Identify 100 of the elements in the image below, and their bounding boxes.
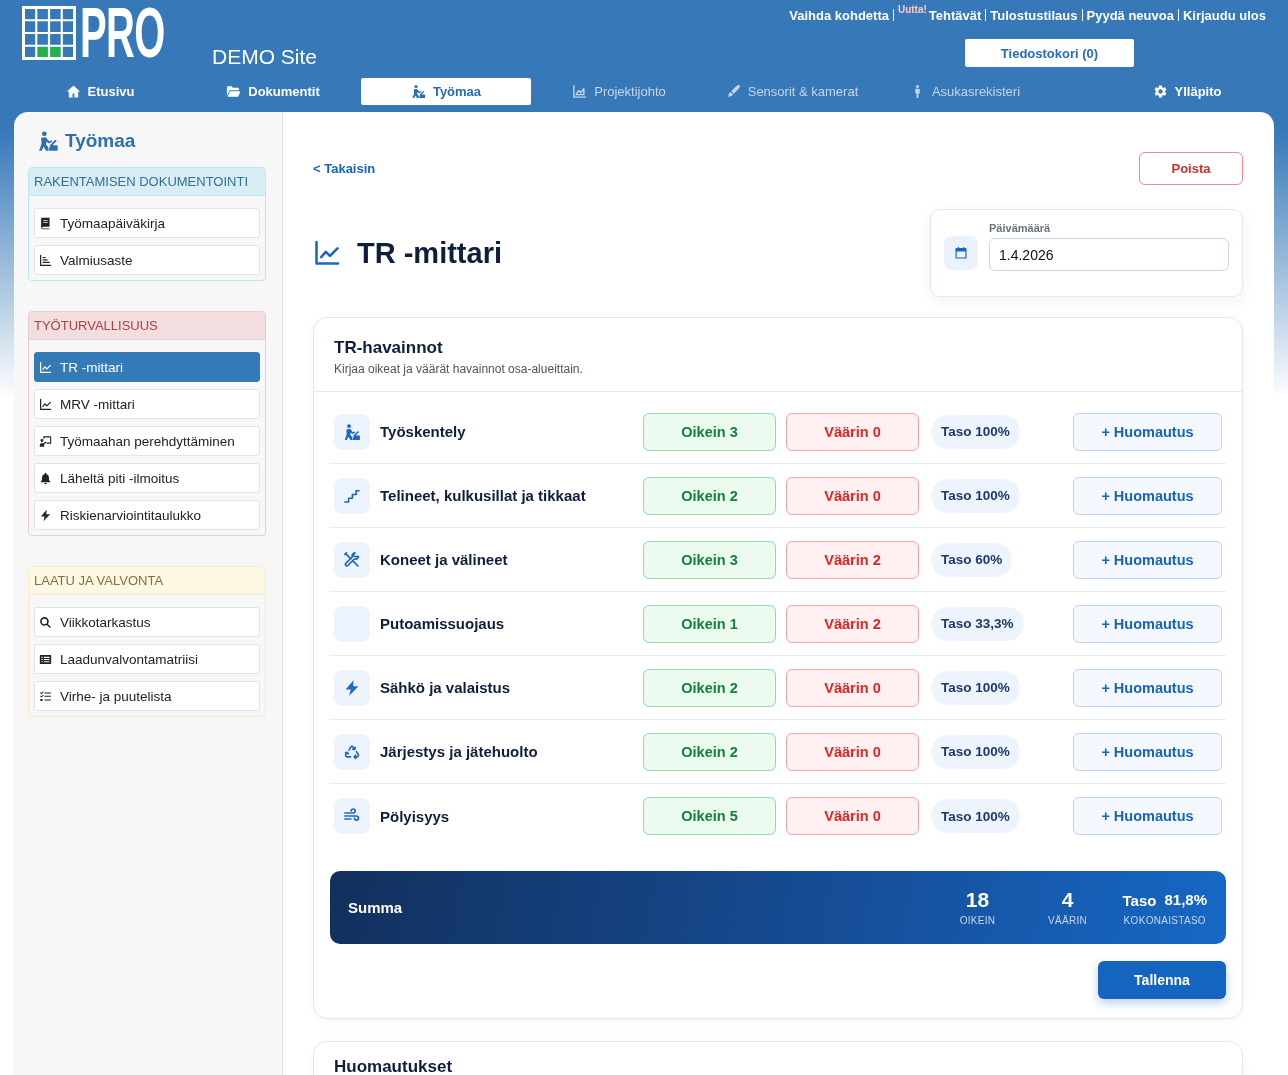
wrong-count-button[interactable]: Väärin 0 xyxy=(786,476,919,515)
stat-prefix: Taso xyxy=(1122,891,1157,909)
bar-chart-icon xyxy=(39,253,52,267)
level-badge: Taso 60% xyxy=(931,542,1013,577)
worker-icon xyxy=(334,413,370,450)
page-title: TR -mittari xyxy=(357,236,502,270)
sidebar-title: Työmaa xyxy=(65,130,136,152)
category-name: Telineet, kulkusillat ja tikkaat xyxy=(380,487,587,504)
correct-count-button[interactable]: Oikein 2 xyxy=(643,476,776,515)
stat-caption: KOKONAISTASO xyxy=(1123,915,1206,927)
sidebar-item[interactable]: Riskienarviointitaulukko xyxy=(34,500,260,530)
wind-icon xyxy=(334,798,370,834)
sidebar-item[interactable]: Laadunvalvontamatriisi xyxy=(34,644,260,674)
sidebar-item[interactable]: MRV -mittari xyxy=(34,389,260,419)
file-cart-button[interactable]: Tiedostokori (0) xyxy=(965,39,1134,67)
category-name: Sähkö ja valaistus xyxy=(380,679,512,696)
calendar-icon xyxy=(944,236,978,270)
sidebar-item[interactable]: Valmiusaste xyxy=(34,245,260,275)
stairs-icon xyxy=(334,477,370,514)
header-link[interactable]: Kirjaudu ulos xyxy=(1182,7,1266,23)
add-note-button[interactable]: + Huomautus xyxy=(1073,476,1222,515)
nav-tab[interactable]: Ylläpito xyxy=(1152,78,1222,105)
chart-area-icon xyxy=(572,84,588,99)
gear-icon xyxy=(1152,84,1168,99)
category-name: Työskentely xyxy=(380,423,467,440)
back-link[interactable]: < Takaisin xyxy=(313,161,376,176)
date-field[interactable]: 1.4.2026 xyxy=(989,238,1229,271)
bolt-icon xyxy=(39,508,52,522)
card-title: TR-havainnot xyxy=(334,338,444,357)
grid-logo-icon xyxy=(22,6,76,60)
level-badge: Taso 100% xyxy=(931,799,1020,833)
level-badge: Taso 100% xyxy=(931,414,1020,449)
wrong-count-button[interactable]: Väärin 0 xyxy=(786,668,919,707)
pen-icon xyxy=(725,84,741,99)
category-name: Koneet ja välineet xyxy=(380,551,509,568)
add-note-button[interactable]: + Huomautus xyxy=(1073,732,1222,771)
header-link[interactable]: Tehtävät xyxy=(928,7,982,23)
stat-caption: OIKEIN xyxy=(959,915,996,927)
search-icon xyxy=(39,615,52,629)
recycle-icon xyxy=(334,733,370,770)
stat-value: 18 xyxy=(965,888,990,912)
wrong-count-button[interactable]: Väärin 0 xyxy=(786,732,919,771)
wrong-count-button[interactable]: Väärin 2 xyxy=(786,604,919,643)
add-note-button[interactable]: + Huomautus xyxy=(1073,604,1222,643)
sidebar-item[interactable]: Työmaahan perehdyttäminen xyxy=(34,426,260,456)
correct-count-button[interactable]: Oikein 5 xyxy=(643,797,776,835)
book-icon xyxy=(39,216,52,230)
header-link[interactable]: Tulostustilaus xyxy=(990,7,1078,23)
add-note-button[interactable]: + Huomautus xyxy=(1073,797,1222,835)
sidebar-item[interactable]: Virhe- ja puutelista xyxy=(34,681,260,711)
header-link[interactable]: Vaihda kohdetta xyxy=(789,7,889,23)
save-button[interactable]: Tallenna xyxy=(1098,961,1226,999)
header-link[interactable]: Pyydä neuvoa xyxy=(1086,7,1174,23)
bell-icon xyxy=(39,471,52,485)
level-badge: Taso 100% xyxy=(931,670,1020,705)
site-name: DEMO Site xyxy=(212,45,318,69)
nav-tab[interactable]: Työmaa xyxy=(361,78,531,105)
add-note-button[interactable]: + Huomautus xyxy=(1073,540,1222,579)
delete-button[interactable]: Poista xyxy=(1139,152,1243,185)
wrong-count-button[interactable]: Väärin 2 xyxy=(786,540,919,579)
checklist-icon xyxy=(39,689,52,703)
tools-icon xyxy=(334,541,370,578)
nav-tab[interactable]: Etusivu xyxy=(65,78,135,105)
card-subtitle: Kirjaa oikeat ja väärät havainnot osa-alueittain. xyxy=(334,362,584,376)
add-note-button[interactable]: + Huomautus xyxy=(1073,412,1222,451)
worker-icon xyxy=(37,130,59,152)
category-name: Järjestys ja jätehuolto xyxy=(380,743,539,760)
date-label: Päivämäärä xyxy=(989,222,1052,235)
category-name: Pölyisyys xyxy=(380,807,451,825)
correct-count-button[interactable]: Oikein 3 xyxy=(643,540,776,579)
worker-icon xyxy=(410,84,426,99)
correct-count-button[interactable]: Oikein 2 xyxy=(643,732,776,771)
section-header: TYÖTURVALLISUUS xyxy=(29,312,265,340)
line-chart-icon xyxy=(39,397,52,411)
correct-count-button[interactable]: Oikein 2 xyxy=(643,668,776,707)
sidebar-item[interactable]: Läheltä piti -ilmoitus xyxy=(34,463,260,493)
wrong-count-button[interactable]: Väärin 0 xyxy=(786,797,919,835)
folder-icon xyxy=(226,84,242,99)
wrong-count-button[interactable]: Väärin 0 xyxy=(786,412,919,451)
new-label: Uutta! xyxy=(897,4,927,15)
logo-text: PRO xyxy=(80,6,165,60)
level-badge: Taso 33,3% xyxy=(931,606,1024,641)
sidebar-item[interactable]: Viikkotarkastus xyxy=(34,607,260,637)
sidebar-item[interactable]: Työmaapäiväkirja xyxy=(34,208,260,238)
correct-count-button[interactable]: Oikein 3 xyxy=(643,412,776,451)
category-name: Putoamissuojaus xyxy=(380,615,506,632)
section-header: LAATU JA VALVONTA xyxy=(29,567,265,595)
stat-value: 81,8% xyxy=(1164,890,1207,910)
section-header: RAKENTAMISEN DOKUMENTOINTI xyxy=(29,168,265,196)
nav-tab[interactable]: Dokumentit xyxy=(226,78,320,105)
level-badge: Taso 100% xyxy=(931,734,1020,769)
sidebar-item[interactable]: TR -mittari xyxy=(34,352,260,382)
level-badge: Taso 100% xyxy=(931,478,1020,513)
line-chart-icon xyxy=(313,239,341,267)
list-icon xyxy=(39,652,52,666)
house-icon xyxy=(65,84,81,99)
correct-count-button[interactable]: Oikein 1 xyxy=(643,604,776,643)
add-note-button[interactable]: + Huomautus xyxy=(1073,668,1222,707)
stat-caption: VÄÄRIN xyxy=(1048,915,1088,927)
card-title: Huomautukset xyxy=(334,1058,454,1075)
